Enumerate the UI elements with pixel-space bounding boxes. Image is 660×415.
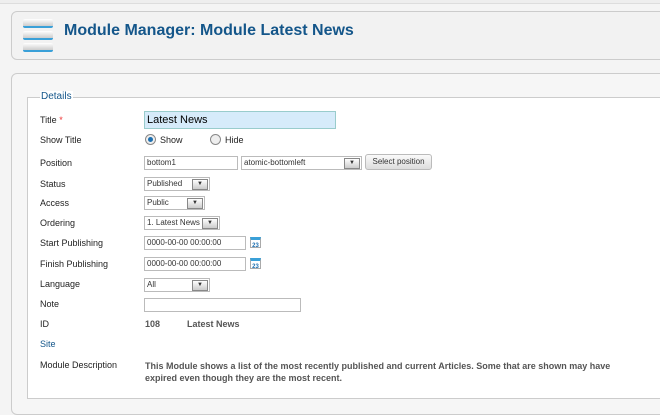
page-title: Module Manager: Module Latest News [64,22,354,39]
note-input[interactable] [144,298,301,312]
show-title-label: Show Title [40,135,82,145]
top-toolbar [0,0,660,4]
chevron-down-icon: ▼ [192,280,208,291]
note-label: Note [40,299,60,309]
position-label: Position [40,158,73,168]
calendar-icon[interactable]: 23 [250,237,261,249]
position-select-value: atomic-bottomleft [244,158,306,167]
id-label: ID [40,319,49,329]
language-value: All [147,280,156,289]
hide-radio[interactable] [210,134,221,145]
page-header: Module Manager: Module Latest News [11,11,660,60]
details-legend: Details [40,91,73,102]
id-name: Latest News [187,319,240,329]
language-label: Language [40,279,81,289]
chevron-down-icon: ▼ [192,179,208,190]
chevron-down-icon: ▼ [202,218,218,229]
module-description: This Module shows a list of the most rec… [145,361,611,383]
position-select[interactable]: atomic-bottomleft ▼ [241,156,362,170]
status-value: Published [147,179,183,188]
id-value: 108 [145,319,161,329]
start-publishing-input[interactable]: 0000-00-00 00:00:00 [144,236,246,250]
module-description-label: Module Description [40,360,118,370]
finish-publishing-label: Finish Publishing [40,259,109,269]
access-select[interactable]: Public ▼ [144,196,205,210]
calendar-icon[interactable]: 23 [250,258,261,270]
select-position-button[interactable]: Select position [365,154,432,170]
start-publishing-label: Start Publishing [40,238,104,248]
ordering-label: Ordering [40,218,76,228]
title-input[interactable] [144,111,336,129]
hide-radio-label: Hide [225,135,244,145]
position-input[interactable]: bottom1 [144,156,238,170]
show-radio[interactable] [145,134,156,145]
access-value: Public [147,198,169,207]
site-label: Site [40,339,56,349]
title-label-text: Title [40,115,57,125]
finish-publishing-input[interactable]: 0000-00-00 00:00:00 [144,257,246,271]
language-select[interactable]: All ▼ [144,278,210,292]
status-select[interactable]: Published ▼ [144,177,210,191]
ordering-select[interactable]: 1. Latest News ▼ [144,216,220,230]
module-manager-icon [23,19,53,52]
status-label: Status [40,179,66,189]
details-fieldset [27,97,660,399]
chevron-down-icon: ▼ [344,158,360,169]
required-marker: * [59,115,63,125]
title-label: Title * [40,115,63,125]
chevron-down-icon: ▼ [187,198,203,209]
ordering-value: 1. Latest News [147,218,200,227]
show-radio-label: Show [160,135,183,145]
access-label: Access [40,198,70,208]
